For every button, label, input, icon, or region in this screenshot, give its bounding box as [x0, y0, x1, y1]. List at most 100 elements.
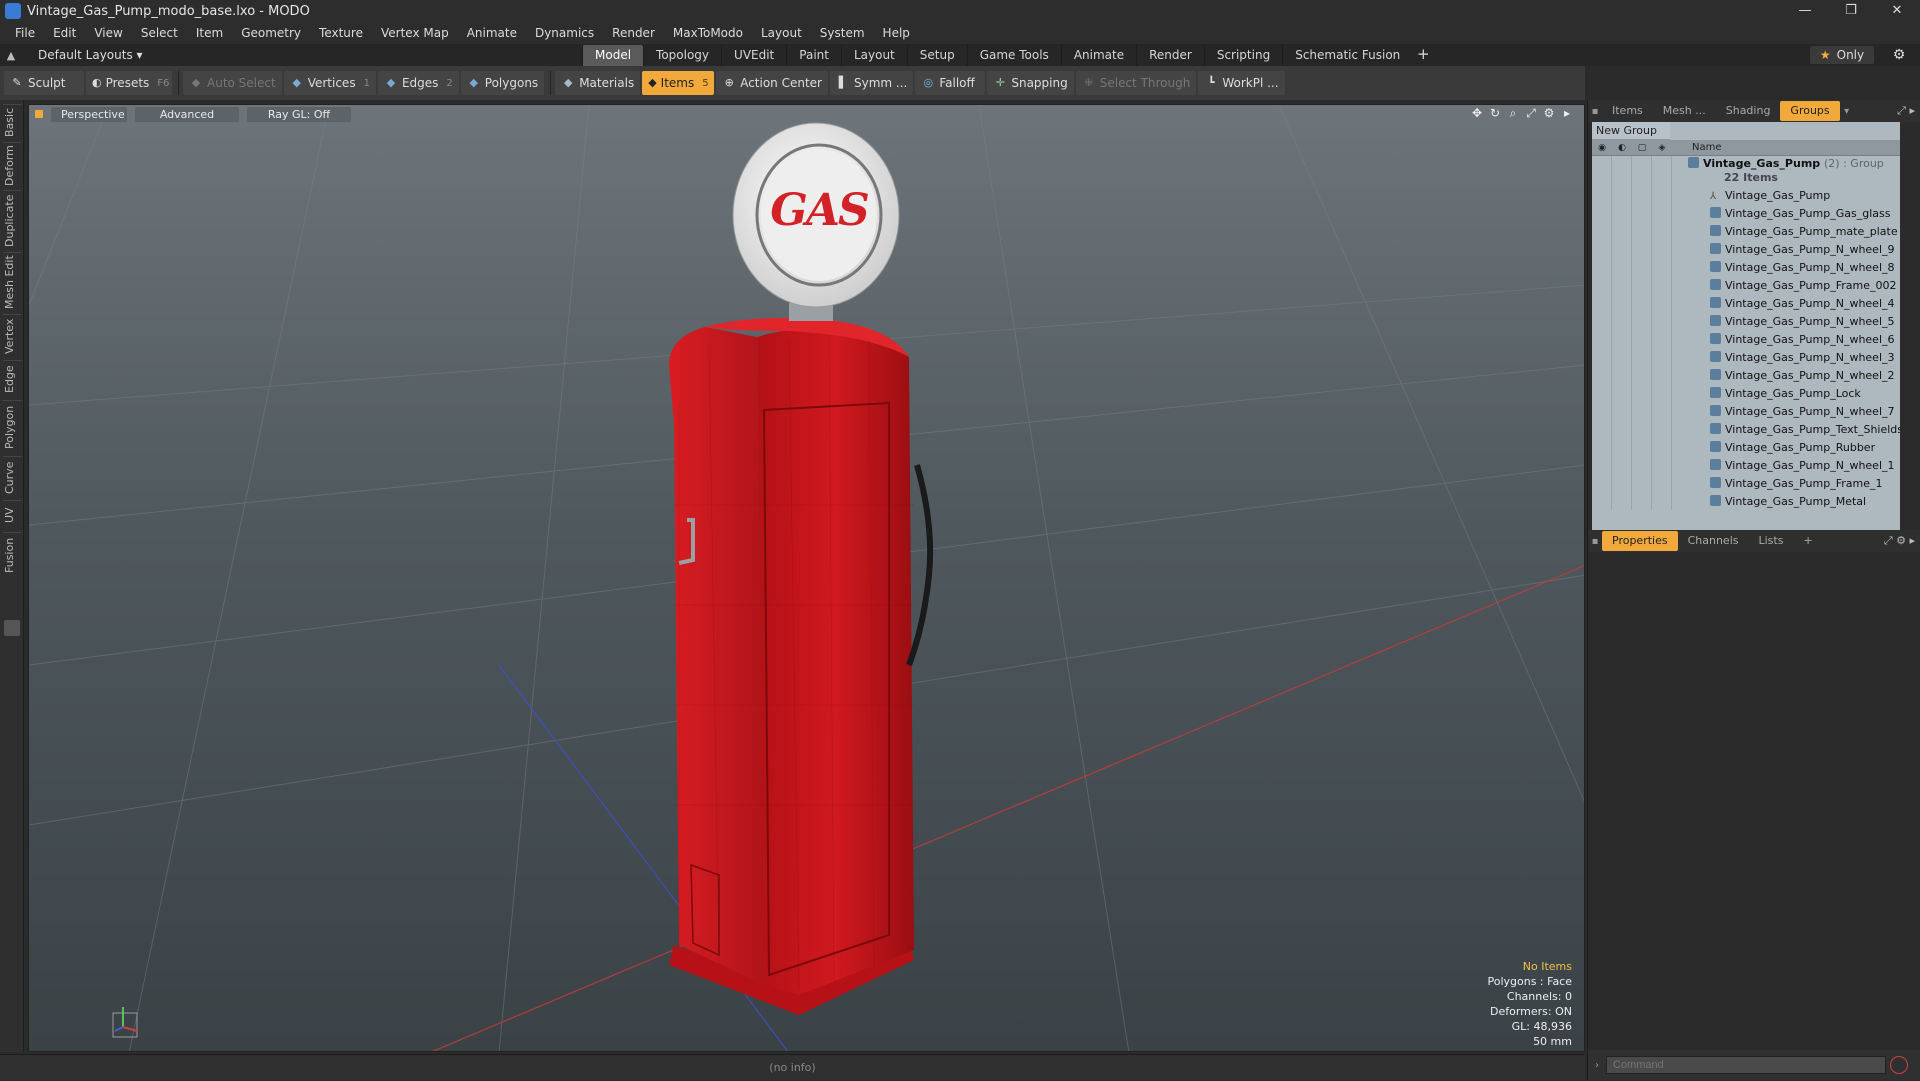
viewport-scene[interactable] — [29, 105, 1585, 1052]
list-item[interactable]: Vintage_Gas_Pump_Gas_glass — [1592, 204, 1900, 222]
visibility-toggle[interactable] — [1592, 156, 1612, 186]
properties-settings-icon[interactable]: ⤢ ⚙ ▸ — [1884, 534, 1915, 548]
panel-menu-icon[interactable]: ▪ — [1588, 106, 1602, 117]
list-item[interactable]: Vintage_Gas_Pump_N_wheel_7 — [1592, 402, 1900, 420]
list-item[interactable]: Vintage_Gas_Pump_Lock — [1592, 384, 1900, 402]
tab-basic[interactable]: Basic — [3, 104, 21, 140]
tab-items[interactable]: Items — [1602, 101, 1653, 121]
select-through-button[interactable]: ⁜ Select Through — [1075, 71, 1197, 95]
tab-lists[interactable]: Lists — [1749, 531, 1794, 551]
menu-dynamics[interactable]: Dynamics — [526, 22, 603, 44]
symmetry-button[interactable]: ▌ Symm ... — [830, 71, 914, 95]
list-item[interactable]: Vintage_Gas_Pump_Metal — [1592, 492, 1900, 510]
tab-game-tools[interactable]: Game Tools — [966, 45, 1061, 66]
toggle-panel-button[interactable] — [4, 620, 20, 636]
menu-item[interactable]: Item — [187, 22, 232, 44]
list-item[interactable]: Vintage_Gas_Pump_Frame_002 — [1592, 276, 1900, 294]
add-tab-button[interactable]: + — [1412, 44, 1434, 66]
only-button[interactable]: ★ Only — [1810, 46, 1874, 64]
list-item[interactable]: Vintage_Gas_Pump_N_wheel_3 — [1592, 348, 1900, 366]
edges-button[interactable]: ◆ Edges 2 — [377, 71, 459, 95]
menu-layout[interactable]: Layout — [752, 22, 811, 44]
select-column-icon[interactable]: ◈ — [1652, 143, 1672, 153]
list-item[interactable]: Vintage_Gas_Pump_N_wheel_6 — [1592, 330, 1900, 348]
gas-pump-model[interactable] — [669, 122, 934, 1015]
tab-animate[interactable]: Animate — [1060, 45, 1136, 66]
tab-setup[interactable]: Setup — [906, 45, 967, 66]
lock-toggle[interactable] — [1632, 156, 1652, 186]
menu-view[interactable]: View — [85, 22, 131, 44]
polygons-button[interactable]: ◆ Polygons — [460, 71, 545, 95]
action-center-button[interactable]: ⊕ Action Center — [716, 71, 828, 95]
tab-model[interactable]: Model — [582, 45, 644, 66]
menu-system[interactable]: System — [811, 22, 874, 44]
tab-layout[interactable]: Layout — [840, 45, 907, 66]
tab-vertex[interactable]: Vertex — [3, 314, 21, 358]
minimize-button[interactable]: — — [1782, 0, 1828, 22]
tab-curve[interactable]: Curve — [3, 456, 21, 498]
lock-column-icon[interactable]: ▢ — [1632, 143, 1652, 153]
name-column[interactable]: Name — [1672, 142, 1722, 153]
expand-arrow-icon[interactable]: ▸ — [1558, 106, 1576, 121]
layout-toggle-icon[interactable]: ▲ — [0, 49, 22, 62]
tab-groups[interactable]: Groups — [1780, 101, 1840, 121]
vertices-button[interactable]: ◆ Vertices 1 — [283, 71, 376, 95]
render-column-icon[interactable]: ◐ — [1612, 143, 1632, 153]
zoom-icon[interactable]: ⌕ — [1504, 106, 1522, 121]
select-toggle[interactable] — [1652, 156, 1672, 186]
expand-panel-icon[interactable]: ⤢ ▸ — [1897, 104, 1915, 118]
tab-channels[interactable]: Channels — [1678, 531, 1749, 551]
tab-uv[interactable]: UV — [3, 500, 21, 530]
snapping-button[interactable]: ✛ Snapping — [987, 71, 1074, 95]
command-input[interactable] — [1606, 1056, 1886, 1074]
list-item[interactable]: Vintage_Gas_Pump_N_wheel_4 — [1592, 294, 1900, 312]
tab-dropdown-icon[interactable]: ▾ — [1840, 106, 1854, 117]
menu-vertex-map[interactable]: Vertex Map — [372, 22, 458, 44]
viewport-settings-icon[interactable]: ⚙ — [1540, 106, 1558, 121]
menu-file[interactable]: File — [6, 22, 44, 44]
tab-scripting[interactable]: Scripting — [1203, 45, 1282, 66]
menu-select[interactable]: Select — [132, 22, 187, 44]
tab-uvedit[interactable]: UVEdit — [721, 45, 786, 66]
menu-maxtomodo[interactable]: MaxToModo — [664, 22, 752, 44]
list-item[interactable]: Vintage_Gas_Pump_N_wheel_8 — [1592, 258, 1900, 276]
viewport-menu-icon[interactable] — [35, 110, 43, 118]
view-mode-button[interactable]: Perspective — [51, 106, 127, 122]
tab-deform[interactable]: Deform — [3, 142, 21, 188]
tab-mesh[interactable]: Mesh ... — [1653, 101, 1716, 121]
list-item[interactable]: Vintage_Gas_Pump_N_wheel_5 — [1592, 312, 1900, 330]
panel-menu-icon[interactable]: ▪ — [1588, 536, 1602, 547]
list-item[interactable]: Vintage_Gas_Pump_Rubber — [1592, 438, 1900, 456]
tab-properties[interactable]: Properties — [1602, 531, 1678, 551]
presets-button[interactable]: ◐ Presets F6 — [86, 71, 172, 95]
menu-animate[interactable]: Animate — [458, 22, 526, 44]
list-item[interactable]: ⅄ Vintage_Gas_Pump — [1592, 186, 1900, 204]
list-item[interactable]: Vintage_Gas_Pump_N_wheel_9 — [1592, 240, 1900, 258]
tab-edge[interactable]: Edge — [3, 360, 21, 398]
tab-paint[interactable]: Paint — [786, 45, 841, 66]
list-item[interactable]: Vintage_Gas_Pump_N_wheel_2 — [1592, 366, 1900, 384]
menu-help[interactable]: Help — [874, 22, 919, 44]
shading-mode-button[interactable]: Advanced — [135, 106, 239, 122]
tab-mesh-edit[interactable]: Mesh Edit — [3, 252, 21, 312]
menu-edit[interactable]: Edit — [44, 22, 85, 44]
tab-polygon[interactable]: Polygon — [3, 400, 21, 454]
3d-viewport[interactable]: GAS Perspective Advanced Ray GL: Off ✥ ↻… — [28, 104, 1585, 1052]
gear-icon[interactable]: ⚙ — [1888, 44, 1910, 66]
command-history-icon[interactable]: › — [1588, 1060, 1606, 1071]
visibility-column-icon[interactable]: ◉ — [1592, 143, 1612, 153]
list-item[interactable]: Vintage_Gas_Pump_Frame_1 — [1592, 474, 1900, 492]
new-group-button[interactable]: New Group — [1592, 122, 1670, 140]
raygl-button[interactable]: Ray GL: Off — [247, 106, 351, 122]
list-item[interactable]: Vintage_Gas_Pump_N_wheel_1 — [1592, 456, 1900, 474]
items-button[interactable]: ◆ Items 5 — [642, 71, 715, 95]
auto-select-button[interactable]: ◆ Auto Select — [183, 71, 282, 95]
restore-button[interactable]: ❐ — [1828, 0, 1874, 22]
pan-icon[interactable]: ✥ — [1468, 106, 1486, 121]
menu-texture[interactable]: Texture — [310, 22, 372, 44]
materials-button[interactable]: ◆ Materials — [555, 71, 641, 95]
tab-fusion[interactable]: Fusion — [3, 532, 21, 578]
close-button[interactable]: ✕ — [1874, 0, 1920, 22]
command-cancel-icon[interactable] — [1890, 1056, 1908, 1074]
tab-shading[interactable]: Shading — [1716, 101, 1781, 121]
